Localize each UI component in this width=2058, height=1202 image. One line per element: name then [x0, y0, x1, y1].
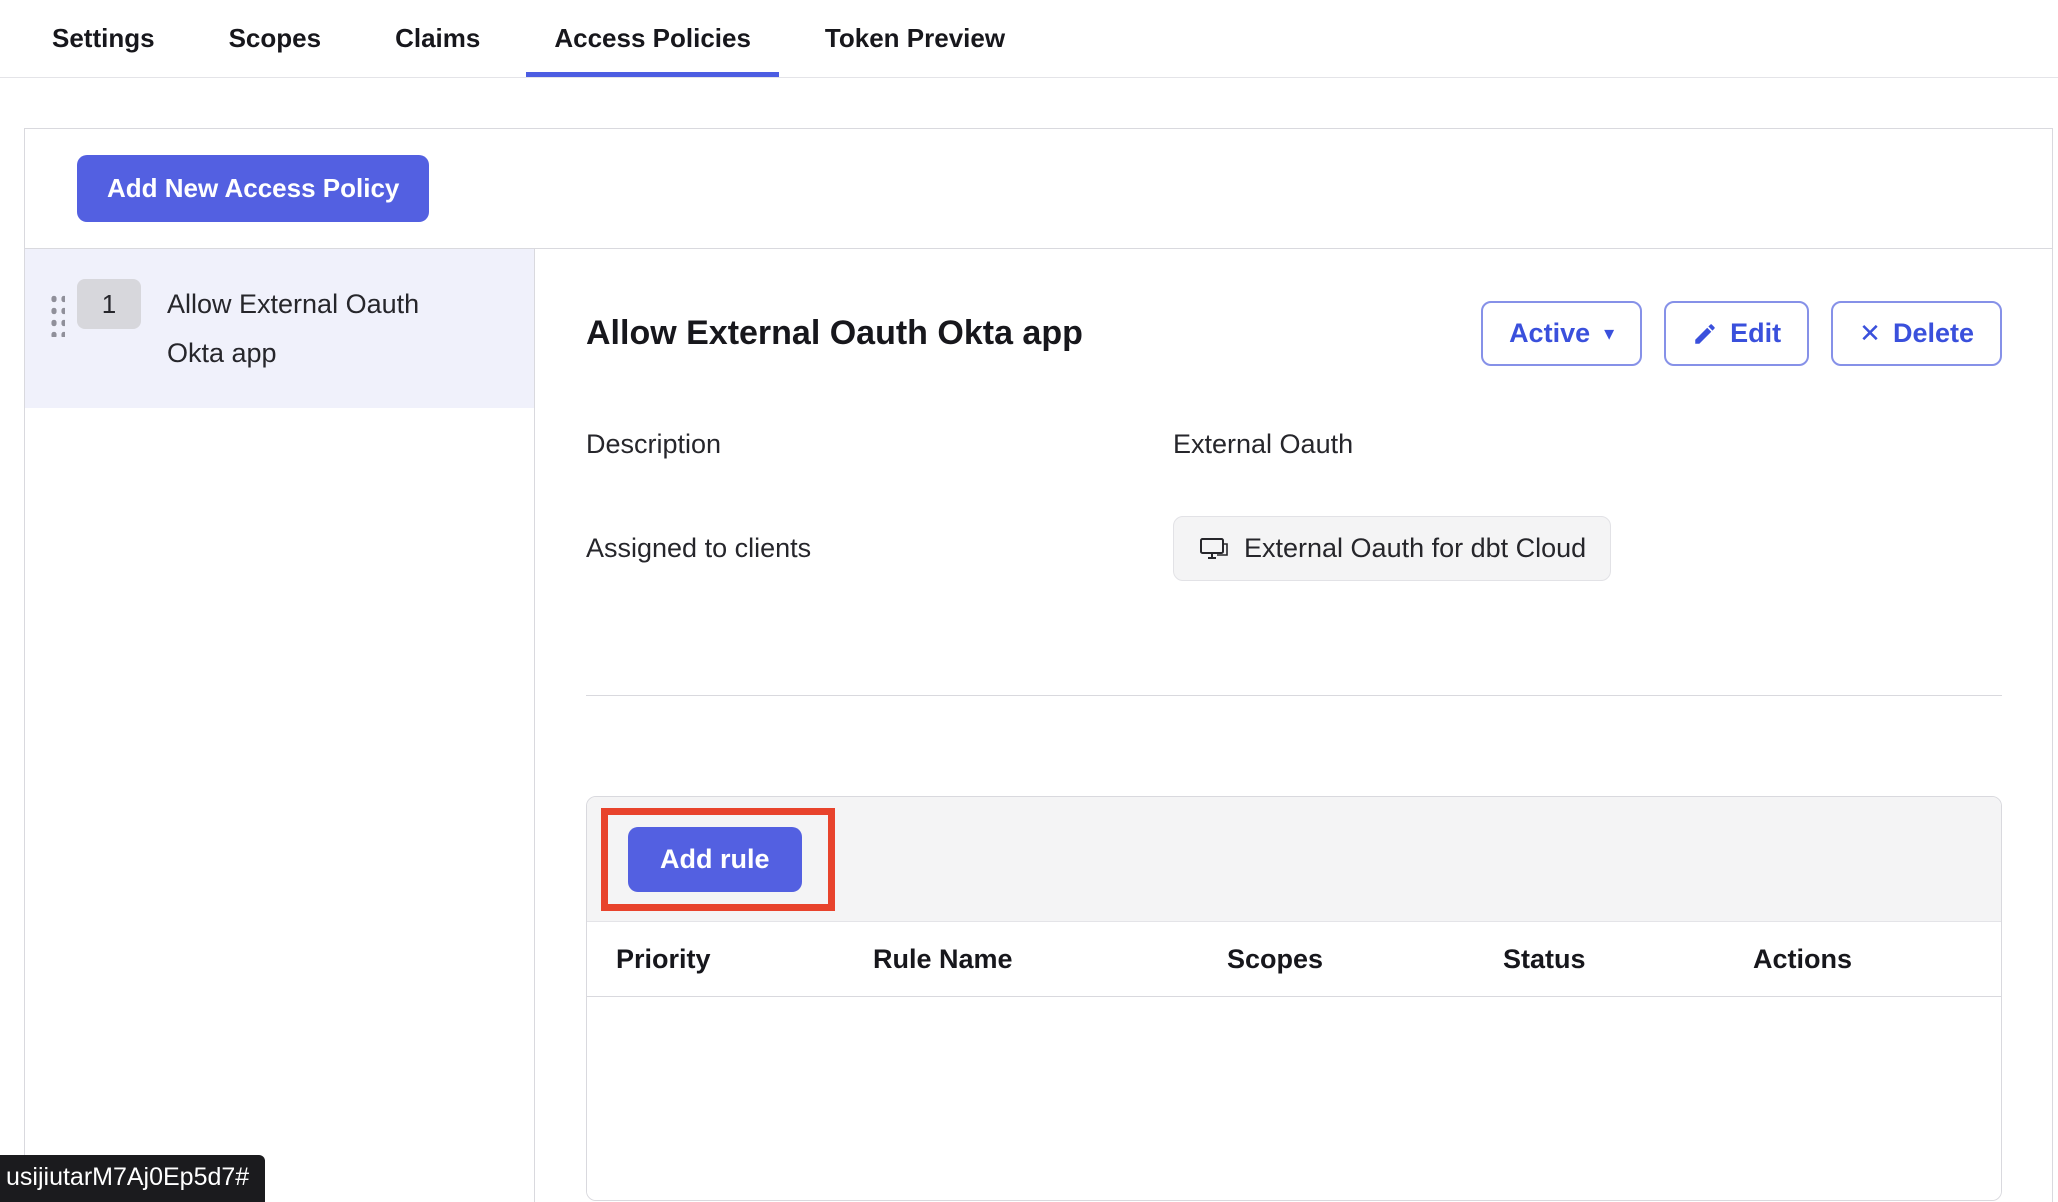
priority-badge: 1	[77, 279, 141, 329]
delete-button[interactable]: ✕ Delete	[1831, 301, 2002, 366]
tab-claims[interactable]: Claims	[367, 0, 508, 77]
tab-label: Token Preview	[825, 23, 1005, 54]
close-icon: ✕	[1859, 318, 1881, 349]
column-header-rule-name: Rule Name	[873, 944, 1227, 975]
tab-token-preview[interactable]: Token Preview	[797, 0, 1033, 77]
tab-label: Claims	[395, 23, 480, 54]
policy-title: Allow External Oauth Okta app	[586, 314, 1083, 353]
client-chip[interactable]: External Oauth for dbt Cloud	[1173, 516, 1611, 581]
edit-button-label: Edit	[1730, 318, 1781, 349]
policy-detail-header: Allow External Oauth Okta app Active ▾ E…	[586, 301, 2002, 366]
description-value: External Oauth	[1173, 429, 1353, 460]
section-divider	[586, 695, 2002, 696]
add-new-access-policy-button[interactable]: Add New Access Policy	[77, 155, 429, 222]
add-rule-button[interactable]: Add rule	[628, 827, 802, 892]
active-status-label: Active	[1509, 318, 1590, 349]
policy-list-item-selected[interactable]: 1 Allow External Oauth Okta app	[25, 249, 534, 408]
rules-header: Add rule	[587, 797, 2001, 921]
tab-scopes[interactable]: Scopes	[201, 0, 350, 77]
rules-table-empty-body	[587, 997, 2001, 1200]
annotation-highlight-box: Add rule	[601, 808, 835, 911]
tab-label: Settings	[52, 23, 155, 54]
tab-settings[interactable]: Settings	[24, 0, 183, 77]
tab-label: Access Policies	[554, 23, 751, 54]
pencil-icon	[1692, 321, 1718, 347]
tab-access-policies[interactable]: Access Policies	[526, 0, 779, 77]
column-header-status: Status	[1503, 944, 1753, 975]
delete-button-label: Delete	[1893, 318, 1974, 349]
column-header-priority: Priority	[616, 944, 873, 975]
assigned-clients-row: Assigned to clients External Oauth for d…	[586, 516, 2002, 581]
policy-detail: Allow External Oauth Okta app Active ▾ E…	[535, 249, 2052, 1202]
policy-list: 1 Allow External Oauth Okta app	[25, 249, 535, 1202]
policy-action-buttons: Active ▾ Edit ✕ Delete	[1481, 301, 2002, 366]
panel-body: 1 Allow External Oauth Okta app Allow Ex…	[25, 249, 2052, 1202]
tab-bar: Settings Scopes Claims Access Policies T…	[0, 0, 2058, 78]
panel-header: Add New Access Policy	[25, 129, 2052, 249]
column-header-actions: Actions	[1753, 944, 2001, 975]
chevron-down-icon: ▾	[1604, 321, 1614, 346]
description-row: Description External Oauth	[586, 424, 2002, 464]
description-label: Description	[586, 429, 1173, 460]
tab-label: Scopes	[229, 23, 322, 54]
access-policies-panel: Add New Access Policy 1 Allow External O…	[24, 128, 2053, 1202]
url-preview-tooltip: usijiutarM7Aj0Ep5d7#	[0, 1155, 265, 1202]
column-header-scopes: Scopes	[1227, 944, 1503, 975]
assigned-clients-label: Assigned to clients	[586, 533, 1173, 564]
rules-table-header: Priority Rule Name Scopes Status Actions	[587, 921, 2001, 997]
drag-handle-icon[interactable]	[49, 293, 65, 337]
active-status-dropdown[interactable]: Active ▾	[1481, 301, 1642, 366]
edit-button[interactable]: Edit	[1664, 301, 1809, 366]
policy-item-name: Allow External Oauth Okta app	[167, 280, 457, 378]
rules-section: Add rule Priority Rule Name Scopes Statu…	[586, 796, 2002, 1201]
computer-icon	[1198, 535, 1230, 563]
client-chip-label: External Oauth for dbt Cloud	[1244, 533, 1586, 564]
